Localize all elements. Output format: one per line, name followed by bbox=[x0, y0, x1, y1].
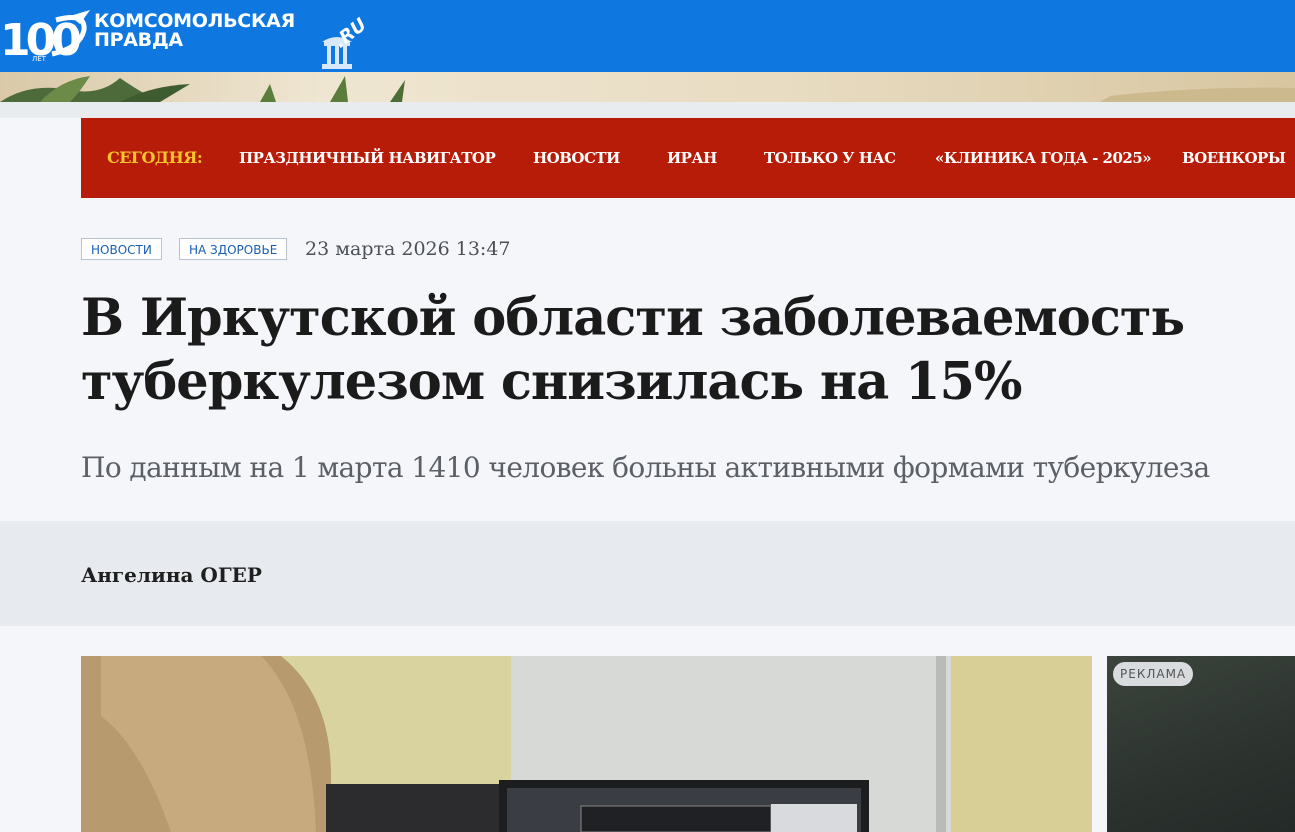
home-logo-link[interactable]: 100 ЛЕТ Комсомольская правда .RU bbox=[0, 0, 371, 72]
doctor-monitor-photo-icon bbox=[81, 656, 1092, 832]
advertisement-block[interactable]: РЕКЛАМА bbox=[1107, 656, 1295, 832]
site-header: 100 ЛЕТ Комсомольская правда .RU bbox=[0, 0, 1295, 72]
nav-item-iran[interactable]: ИРАН bbox=[667, 148, 717, 168]
author-name[interactable]: Ангелина ОГЕР bbox=[81, 563, 262, 587]
article-photo bbox=[81, 656, 1092, 832]
tag-news[interactable]: Новости bbox=[81, 238, 162, 260]
logo-title: Комсомольская правда bbox=[94, 12, 295, 50]
logo-years-text: ЛЕТ bbox=[32, 55, 47, 63]
anniversary-100-logo-icon: 100 ЛЕТ bbox=[0, 10, 90, 64]
tag-health[interactable]: На здоровье bbox=[179, 238, 288, 260]
article-title: В Иркутской области заболеваемость тубер… bbox=[81, 288, 1185, 412]
article-subtitle: По данным на 1 марта 1410 человек больны… bbox=[81, 451, 1210, 484]
nav-item-clinic-of-year[interactable]: «КЛИНИКА ГОДА - 2025» bbox=[935, 148, 1152, 168]
nav-item-war-correspondents[interactable]: ВОЕНКОРЫ bbox=[1182, 148, 1286, 168]
leaves-decoration-icon bbox=[0, 76, 1295, 102]
nav-today-label: СЕГОДНЯ: bbox=[107, 148, 203, 167]
nav-item-exclusive[interactable]: ТОЛЬКО У НАС bbox=[764, 148, 896, 168]
banner-gap bbox=[0, 102, 1295, 118]
trending-nav: СЕГОДНЯ: ПРАЗДНИЧНЫЙ НАВИГАТОР НОВОСТИ И… bbox=[81, 118, 1295, 198]
logo-line-2: правда bbox=[94, 29, 183, 51]
nav-item-holiday-navigator[interactable]: ПРАЗДНИЧНЫЙ НАВИГАТОР bbox=[239, 148, 496, 168]
publish-date: 23 марта 2026 13:47 bbox=[305, 238, 511, 260]
ad-badge: РЕКЛАМА bbox=[1113, 662, 1194, 686]
nav-item-news[interactable]: НОВОСТИ bbox=[533, 148, 620, 168]
decorative-banner bbox=[0, 72, 1295, 102]
